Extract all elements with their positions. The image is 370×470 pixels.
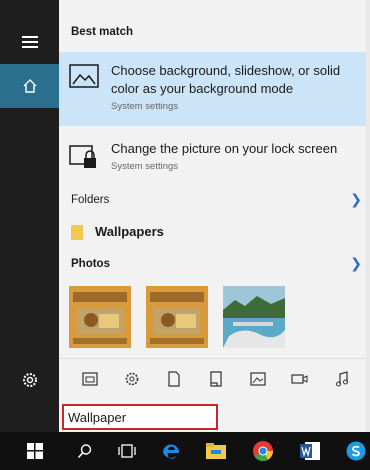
file-explorer-button[interactable] (203, 438, 229, 464)
music-filter[interactable] (331, 368, 353, 390)
best-match-result[interactable]: Choose background, slideshow, or solid c… (59, 52, 370, 126)
result-title-line2: color as your background mode (111, 81, 294, 96)
landscape-photo-icon (223, 286, 285, 348)
apps-filter-icon (82, 372, 98, 386)
home-icon (23, 79, 36, 93)
picture-settings-icon (69, 64, 99, 88)
document-icon (168, 371, 180, 387)
chrome-icon (253, 441, 274, 462)
folders-filter[interactable] (205, 368, 227, 390)
hamburger-menu-button[interactable] (0, 24, 59, 60)
photos-filter[interactable] (247, 368, 269, 390)
photo-thumbnail[interactable] (69, 286, 131, 348)
search-filter-bar (59, 358, 370, 401)
result-subtitle: System settings (111, 101, 179, 112)
videos-filter[interactable] (289, 368, 311, 390)
folders-heading: Folders (71, 194, 110, 206)
result-title: Change the picture on your lock screen (111, 141, 338, 156)
best-match-heading: Best match (71, 26, 133, 38)
folder-result-wallpapers[interactable]: Wallpapers (59, 218, 370, 248)
scroll-edge (366, 0, 370, 432)
apps-filter[interactable] (79, 368, 101, 390)
skype-icon (346, 441, 366, 461)
edge-browser-button[interactable] (158, 438, 184, 464)
folder-outline-icon (210, 371, 222, 387)
search-icon (77, 444, 92, 459)
windows-logo-icon (27, 443, 43, 459)
photo-thumbnail[interactable] (223, 286, 285, 348)
word-icon (300, 442, 320, 460)
video-icon (291, 374, 308, 384)
map-photo-icon (69, 286, 131, 348)
result-subtitle: System settings (111, 161, 179, 172)
settings-button[interactable] (0, 360, 59, 400)
photos-heading: Photos (71, 258, 110, 270)
result-title: Choose background, slideshow, or solid (111, 63, 341, 78)
photo-thumbnail[interactable] (146, 286, 208, 348)
word-button[interactable] (297, 438, 323, 464)
documents-filter[interactable] (163, 368, 185, 390)
gear-icon (125, 372, 139, 386)
task-view-button[interactable] (114, 438, 140, 464)
lock-screen-result[interactable]: Change the picture on your lock screen S… (59, 132, 370, 182)
search-input[interactable] (64, 406, 224, 428)
skype-button[interactable] (343, 438, 369, 464)
chrome-button[interactable] (250, 438, 276, 464)
hamburger-icon (21, 36, 38, 48)
taskbar (0, 432, 370, 470)
search-box[interactable] (62, 404, 224, 430)
folder-name: Wallpapers (95, 224, 164, 239)
settings-filter[interactable] (121, 368, 143, 390)
music-icon (336, 371, 348, 387)
photo-icon (250, 372, 266, 386)
edge-icon (163, 444, 180, 459)
gear-icon (22, 373, 37, 387)
task-view-icon (118, 444, 136, 458)
file-explorer-icon (206, 443, 226, 459)
photos-chevron-icon[interactable]: ❯ (350, 255, 362, 272)
start-left-rail (0, 0, 59, 432)
map-photo-icon (146, 286, 208, 348)
folder-icon (71, 225, 83, 240)
lock-screen-icon (69, 145, 96, 168)
search-results-panel: Best match Choose background, slideshow,… (59, 0, 370, 432)
folders-chevron-icon[interactable]: ❯ (350, 191, 362, 208)
search-taskbar-button[interactable] (72, 438, 98, 464)
start-button[interactable] (22, 438, 48, 464)
home-button[interactable] (0, 64, 59, 108)
